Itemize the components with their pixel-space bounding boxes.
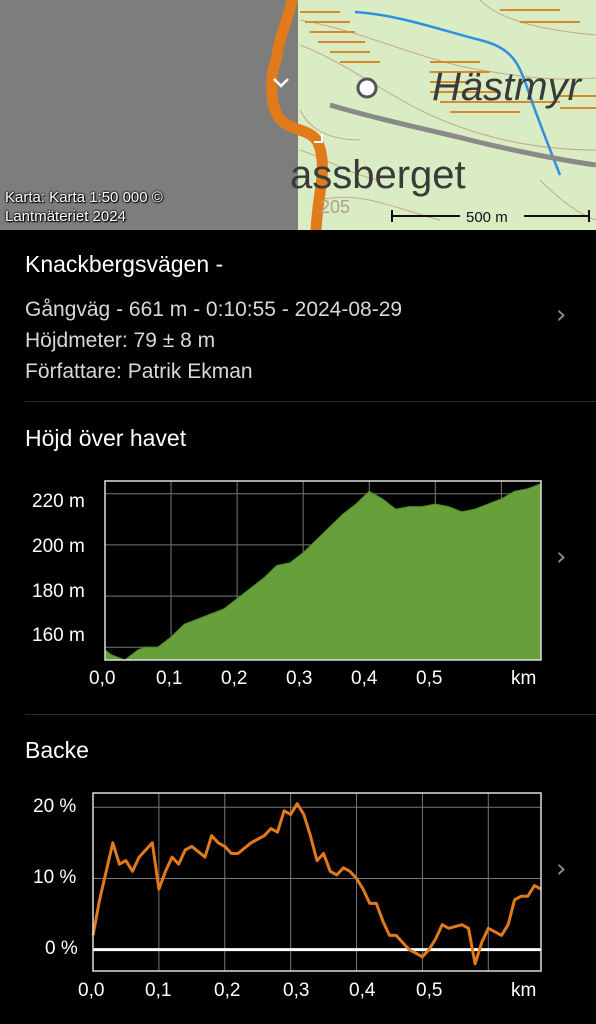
route-author: Författare: Patrik Ekman bbox=[25, 360, 253, 383]
divider bbox=[25, 714, 596, 715]
route-chevron-right-icon[interactable]: › bbox=[556, 300, 566, 330]
divider bbox=[25, 401, 596, 402]
route-elevation-gain: Höjdmeter: 79 ± 8 m bbox=[25, 329, 216, 352]
elevation-frame bbox=[104, 480, 542, 661]
slope-x-tick-label: 0,4 bbox=[349, 980, 376, 1001]
contour-label: 205 bbox=[320, 197, 350, 217]
elevation-y-tick-label: 200 m bbox=[32, 536, 85, 557]
slope-frame bbox=[92, 792, 542, 972]
elevation-y-tick-label: 180 m bbox=[32, 581, 85, 602]
place-label-hastmyr: Hästmyr bbox=[432, 65, 583, 109]
elevation-x-tick-label: 0,4 bbox=[351, 668, 378, 689]
attribution-line-2: Lantmäteriet 2024 bbox=[5, 208, 126, 225]
place-label-berget: assberget bbox=[290, 153, 466, 197]
elevation-x-unit: km bbox=[511, 668, 537, 689]
slope-y-tick-label: 10 % bbox=[33, 867, 77, 888]
elevation-x-tick-label: 0,3 bbox=[286, 668, 313, 689]
route-summary: Gångväg - 661 m - 0:10:55 - 2024-08-29 bbox=[25, 298, 403, 321]
slope-x-tick-label: 0,5 bbox=[416, 980, 443, 1001]
slope-chevron-right-icon[interactable]: › bbox=[556, 854, 566, 884]
scale-label: 500 m bbox=[466, 209, 508, 226]
map-view[interactable]: Hästmyr assberget 205 Karta: Karta 1:50 … bbox=[0, 0, 596, 230]
slope-y-tick-label: 20 % bbox=[33, 796, 77, 817]
elevation-chevron-right-icon[interactable]: › bbox=[556, 542, 566, 572]
route-meta: Gångväg - 661 m - 0:10:55 - 2024-08-29 H… bbox=[25, 294, 402, 387]
elevation-y-tick-label: 160 m bbox=[32, 625, 85, 646]
slope-x-tick-label: 0,1 bbox=[145, 980, 172, 1001]
elevation-area bbox=[104, 482, 542, 661]
slope-title: Backe bbox=[25, 737, 89, 763]
attribution-line-1: Karta: Karta 1:50 000 © bbox=[5, 189, 163, 206]
slope-x-tick-label: 0,2 bbox=[214, 980, 241, 1001]
slope-y-tick-label: 0 % bbox=[45, 938, 78, 959]
slope-line bbox=[91, 802, 542, 966]
elevation-y-tick-label: 220 m bbox=[32, 491, 85, 512]
elevation-x-tick-label: 0,5 bbox=[416, 668, 443, 689]
map-attribution: Karta: Karta 1:50 000 © Lantmäteriet 202… bbox=[5, 188, 163, 226]
route-title: Knackbergsvägen - bbox=[25, 251, 224, 277]
elevation-x-tick-label: 0,1 bbox=[156, 668, 183, 689]
slope-x-tick-label: 0,3 bbox=[283, 980, 310, 1001]
slope-x-unit: km bbox=[511, 980, 537, 1001]
elevation-title: Höjd över havet bbox=[25, 425, 187, 451]
slope-x-tick-label: 0,0 bbox=[78, 980, 105, 1001]
elevation-x-tick-label: 0,2 bbox=[221, 668, 248, 689]
location-marker[interactable] bbox=[356, 77, 378, 99]
elevation-x-tick-label: 0,0 bbox=[89, 668, 116, 689]
